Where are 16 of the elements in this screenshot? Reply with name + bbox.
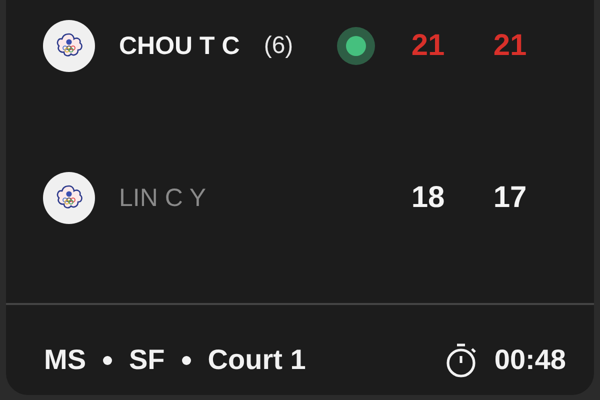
game-score: 21	[492, 29, 528, 63]
player-name: CHOU T C	[119, 32, 240, 60]
seed-number: (6)	[264, 32, 294, 60]
flag-icon	[43, 20, 95, 72]
player-name: LIN C Y	[119, 184, 206, 212]
game-score: 21	[410, 29, 446, 63]
game-score: 17	[492, 181, 528, 215]
flag-icon	[43, 172, 95, 224]
stopwatch-icon	[444, 342, 478, 378]
separator-dot-icon	[103, 356, 112, 364]
match-info: MS	[44, 344, 86, 376]
separator-dot-icon	[182, 356, 191, 364]
match-duration: 00:48	[494, 344, 566, 376]
match-info: Court 1	[208, 344, 306, 376]
game-score: 18	[410, 181, 446, 215]
match-info: SF	[129, 344, 165, 376]
